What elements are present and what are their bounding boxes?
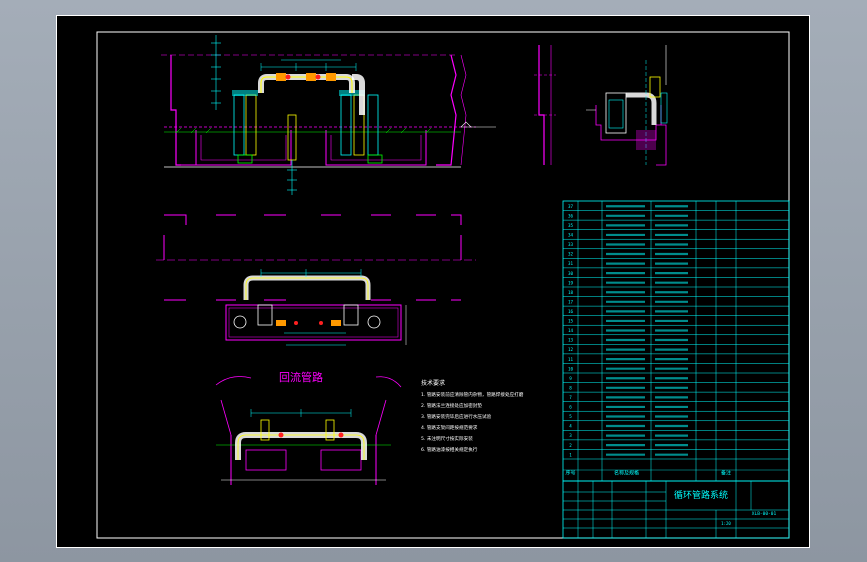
drawing-number: XLB-00-01	[752, 511, 777, 517]
drawing-name: 循环管路系统	[674, 489, 728, 501]
bom-header-cell: 备注	[721, 469, 731, 476]
bom-row-number: 5	[569, 414, 572, 419]
notes-line-1: 1. 管路安装前应清除管内杂物，管路焊接处应打磨	[421, 391, 524, 398]
notes-line-5: 5. 未注明尺寸按实际安装	[421, 435, 473, 442]
bom-row-number: 30	[568, 271, 574, 276]
bom-row-number: 36	[568, 213, 574, 218]
side-view	[534, 45, 668, 166]
notes-line-4: 4. 管路支架间距按规范要求	[421, 424, 478, 431]
drawing-sheet: 回流管路 技术要求 1. 管路安装前应清除管内杂物，管路焊接处应打磨 2. 管路…	[56, 15, 810, 548]
bom-row-number: 19	[568, 280, 574, 285]
bom-row-number: 33	[568, 242, 574, 247]
bom-row-number: 37	[568, 204, 574, 209]
bom-row-number: 18	[568, 290, 574, 295]
bom-row-number: 10	[568, 366, 574, 371]
bom-row-number: 32	[568, 252, 574, 257]
bom-row-number: 31	[568, 261, 574, 266]
bom-row-number: 15	[568, 319, 574, 324]
title-block: 循环管路系统 XLB-00-01 1:20	[562, 480, 790, 539]
notes-line-3: 3. 管路安装完毕后应进行水压试验	[421, 413, 492, 420]
inner-frame	[96, 31, 790, 539]
notes-title: 技术要求	[421, 379, 445, 387]
bom-row-number: 35	[568, 223, 574, 228]
bom-row-number: 1	[569, 452, 572, 457]
bom-row-number: 6	[569, 405, 572, 410]
drawing-scale: 1:20	[721, 521, 731, 526]
notes-line-6: 6. 管路油漆按相关规定执行	[421, 446, 478, 453]
notes-block: 技术要求 1. 管路安装前应清除管内杂物，管路焊接处应打磨 2. 管路法兰连接处…	[421, 379, 524, 453]
bom-row-number: 9	[569, 376, 572, 381]
bom-row-number: 8	[569, 385, 572, 390]
outer-frame	[56, 15, 810, 548]
cad-viewport: 回流管路 技术要求 1. 管路安装前应清除管内杂物，管路焊接处应打磨 2. 管路…	[0, 0, 867, 562]
bill-of-materials: 3736353433323130191817161514131211109876…	[562, 200, 790, 482]
bom-row-number: 17	[568, 299, 574, 304]
bom-row-number: 14	[568, 328, 574, 333]
bom-row-number: 16	[568, 309, 574, 314]
notes-line-2: 2. 管路法兰连接处应加密封垫	[421, 402, 482, 409]
bom-row-number: 2	[569, 443, 572, 448]
bom-row-number: 12	[568, 347, 574, 352]
bom-row-number: 7	[569, 395, 572, 400]
bom-header-cell: 序号	[565, 469, 575, 476]
reflux-view: 回流管路	[215, 370, 402, 485]
bom-row-number: 13	[568, 338, 574, 343]
bom-row-number: 11	[568, 357, 574, 362]
bom-row-number: 3	[569, 433, 572, 438]
elevation-view	[161, 35, 496, 195]
bom-header-cell: 名称及规格	[614, 469, 639, 476]
cad-drawing: 回流管路 技术要求 1. 管路安装前应清除管内杂物，管路焊接处应打磨 2. 管路…	[56, 15, 810, 548]
bom-row-number: 4	[569, 424, 572, 429]
bom-row-number: 34	[568, 233, 574, 238]
plan-view	[156, 214, 476, 346]
reflux-view-title: 回流管路	[279, 370, 323, 384]
